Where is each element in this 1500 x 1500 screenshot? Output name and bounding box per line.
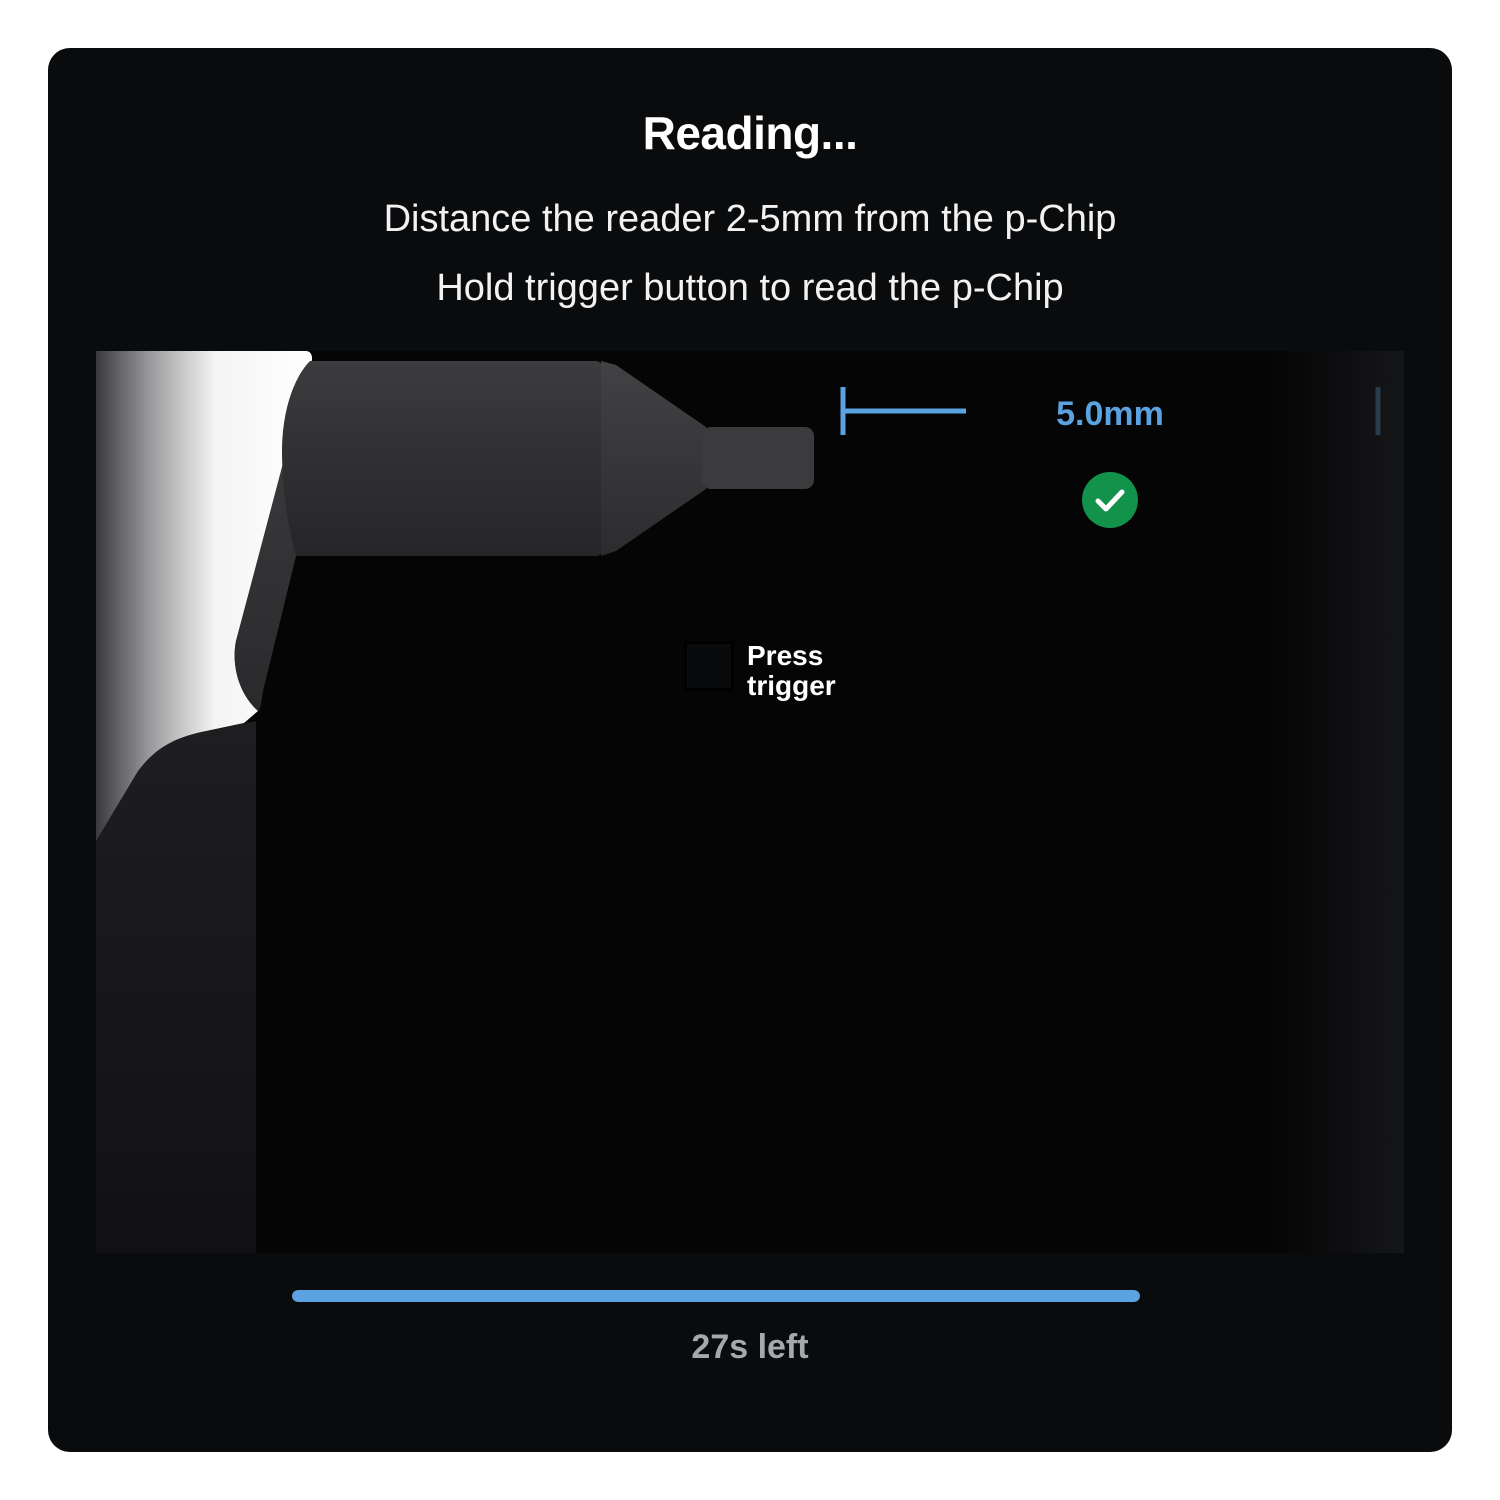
reading-dialog: Reading... Distance the reader 2-5mm fro… <box>48 48 1452 1452</box>
distance-readout: 5.0mm <box>1056 395 1164 433</box>
instruction-trigger: Hold trigger button to read the p-Chip <box>436 267 1064 309</box>
time-remaining: 27s left <box>691 1328 809 1366</box>
reading-progress-fill <box>292 1290 1140 1302</box>
reader-illustration: 5.0mm Press trigger <box>96 351 1404 1253</box>
reader-device-graphic <box>96 351 1404 1253</box>
reading-progress-bar <box>292 1290 1140 1302</box>
check-circle-icon <box>1082 472 1138 528</box>
trigger-hint-text: Press trigger <box>747 640 836 701</box>
instruction-distance: Distance the reader 2-5mm from the p-Chi… <box>383 198 1117 240</box>
trigger-hint: Press trigger <box>684 641 904 711</box>
trigger-indicator <box>684 641 734 691</box>
dialog-title: Reading... <box>642 107 858 159</box>
